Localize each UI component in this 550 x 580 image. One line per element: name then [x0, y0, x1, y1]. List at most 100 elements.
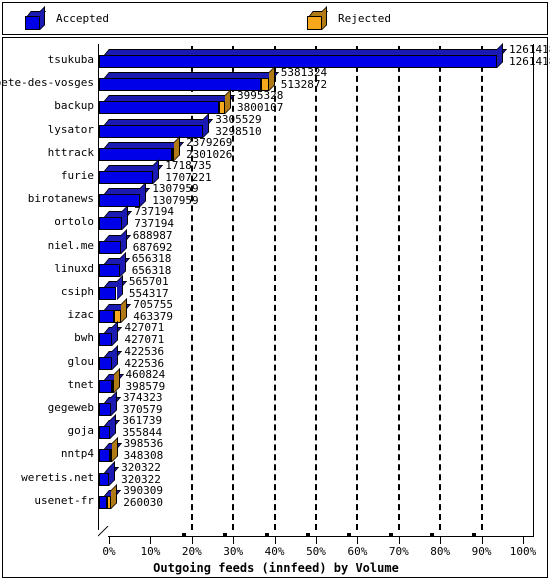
legend-label-rejected: Rejected [338, 12, 391, 25]
category-label: goja [67, 424, 95, 438]
x-tick-stub-20 [181, 533, 186, 536]
value-total: 5381324 [280, 66, 328, 80]
bar-value-labels: 5381324 5132872 [281, 67, 327, 90]
bar-row: birotanews 1307959 1307959 [3, 182, 549, 208]
bar-row: weretis.net 320322 320322 [3, 460, 549, 486]
bar-side-face [268, 66, 275, 92]
x-tick-label-90: 90% [471, 545, 492, 558]
x-tick-stub-50 [306, 533, 310, 536]
stacked-bar [99, 321, 123, 347]
x-tick-10 [150, 537, 152, 544]
x-tick-label-70: 70% [388, 545, 409, 558]
stacked-bar [99, 298, 132, 324]
value-accepted: 687692 [132, 240, 173, 254]
value-total: 565701 [128, 275, 169, 288]
value-total: 705755 [133, 298, 173, 312]
bar-side-face [153, 159, 160, 184]
value-total: 361739 [122, 414, 163, 428]
bar-value-labels: 3995328 3800107 [237, 90, 283, 113]
bar-row: tnet 460824 398579 [3, 367, 549, 393]
stacked-bar [99, 414, 121, 440]
stacked-bar [99, 205, 133, 231]
value-total: 1307959 [152, 182, 199, 196]
value-total: 3995328 [237, 89, 284, 103]
category-label: bwh [74, 331, 94, 345]
category-label: httrack [47, 145, 94, 159]
value-total: 390309 [123, 483, 164, 497]
bar-segment-accepted [99, 472, 110, 486]
value-total: 422536 [124, 344, 165, 358]
bar-value-labels: 688987 687692 [133, 230, 173, 253]
stacked-bar [99, 89, 236, 115]
chart-title: Outgoing feeds (innfeed) by Volume [153, 561, 399, 575]
cube-side-face [40, 5, 45, 30]
bar-value-labels: 565701 554317 [129, 276, 169, 299]
value-accepted: 348308 [123, 449, 164, 463]
stacked-bar [99, 367, 124, 393]
bar-row: ortolo 737194 737194 [3, 205, 549, 231]
bar-side-face [119, 251, 126, 277]
x-tick-60 [357, 537, 359, 544]
bar-segment-accepted [99, 449, 110, 463]
value-total: 1718735 [165, 159, 212, 172]
value-accepted: 3800107 [237, 101, 284, 115]
bar-side-face [113, 367, 120, 393]
legend-label-accepted: Accepted [56, 12, 109, 25]
stacked-bar [99, 66, 279, 92]
x-tick-label-60: 60% [347, 545, 368, 558]
value-accepted: 422536 [124, 356, 165, 370]
x-tick-stub-60 [347, 533, 352, 536]
category-label: niel.me [47, 238, 94, 252]
bar-side-face [203, 112, 210, 138]
value-total: 460824 [125, 367, 166, 381]
bar-value-labels: 737194 737194 [134, 206, 174, 229]
bar-side-face [111, 437, 118, 463]
bar-segment-accepted [99, 287, 117, 300]
category-label: ortolo [54, 215, 94, 229]
bar-side-face [140, 182, 147, 208]
chart-container: Accepted Rejected tsukuba 126141801261418… [0, 0, 550, 580]
x-tick-90 [481, 537, 483, 544]
x-tick-stub-80 [430, 533, 435, 536]
bar-row: linuxd 656318 656318 [3, 251, 549, 277]
bar-side-face [122, 205, 129, 231]
x-tick-0 [109, 537, 110, 544]
bar-row: backup 3995328 3800107 [3, 89, 549, 115]
value-accepted: 12614180 [509, 55, 550, 68]
bar-segment-accepted [99, 426, 111, 440]
bar-row: bwh 427071 427071 [3, 321, 549, 347]
axis-depth-connector [98, 526, 109, 537]
cube-front-face [25, 15, 40, 30]
stacked-bar [99, 460, 120, 486]
stacked-bar [99, 344, 123, 370]
bar-side-face [111, 483, 118, 509]
bar-value-labels: 374323 370579 [123, 392, 163, 415]
stacked-bar [99, 275, 127, 300]
bar-row: izac 705755 463379 [3, 298, 549, 324]
cube-front-face [307, 15, 322, 30]
x-tick-label-50: 50% [306, 545, 326, 558]
bar-side-face [174, 135, 181, 161]
x-tick-50 [316, 537, 317, 544]
value-total: 688987 [132, 228, 173, 242]
value-total: 320322 [121, 460, 161, 474]
bar-segment-accepted [99, 147, 172, 161]
value-total: 737194 [134, 205, 174, 219]
bar-side-face [121, 298, 128, 324]
bar-row: goja 361739 355844 [3, 414, 549, 440]
bar-segment-accepted [99, 310, 114, 324]
bar-row: furie 1718735 1707221 [3, 159, 549, 184]
bar-segment-rejected [107, 495, 112, 509]
bar-segment-accepted [99, 101, 219, 115]
plot-area: tsukuba 1261418012614180 bete-des-vosges 53… [0, 37, 550, 578]
bar-value-labels: 705755 463379 [133, 299, 173, 322]
bar-value-labels: 320322 320322 [121, 462, 161, 485]
bar-value-labels: 398536 348308 [124, 438, 164, 461]
x-axis [108, 536, 533, 537]
accepted-cube-icon [25, 5, 46, 30]
cube-side-face [322, 5, 327, 30]
value-total: 2379269 [186, 135, 233, 149]
stacked-bar [99, 159, 164, 184]
value-accepted: 3298510 [215, 124, 262, 138]
category-label: tsukuba [47, 53, 94, 66]
